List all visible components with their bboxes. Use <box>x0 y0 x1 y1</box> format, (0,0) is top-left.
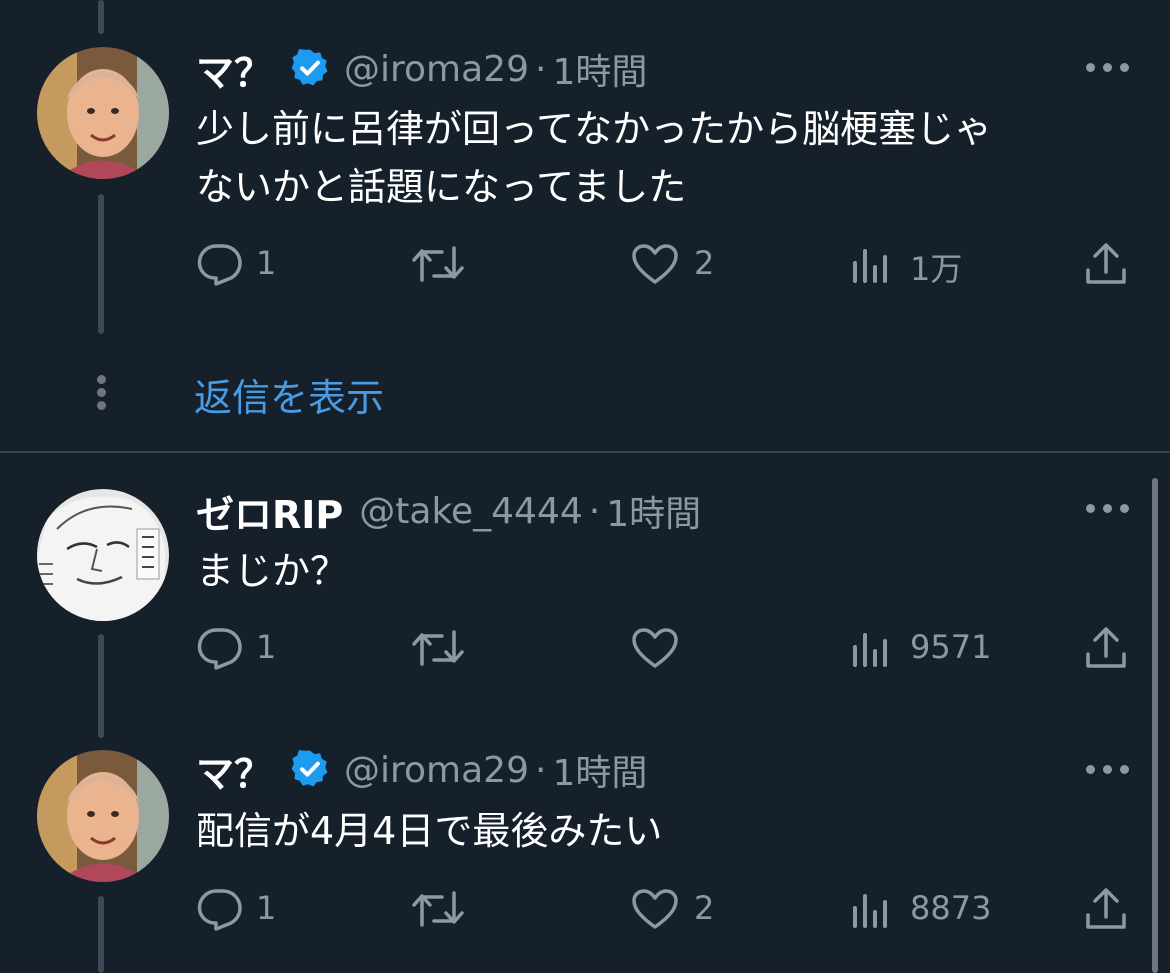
show-replies-link[interactable]: 返信を表示 <box>194 367 384 422</box>
thread-line <box>98 634 104 738</box>
retweet-icon[interactable] <box>412 889 464 929</box>
collapsed-thread-icon <box>97 375 107 411</box>
tweet-text-line: 少し前に呂律が回ってなかったから脳梗塞じゃ <box>196 107 993 151</box>
display-name[interactable]: マ？ <box>196 42 272 97</box>
share-icon[interactable] <box>1084 887 1128 931</box>
tweet-text-line: まじか？ <box>196 549 349 593</box>
timestamp[interactable]: 1時間 <box>552 744 647 796</box>
handle[interactable]: @iroma29 <box>344 750 529 791</box>
avatar-photo <box>37 47 169 179</box>
tweet-text: まじか？ <box>196 542 348 600</box>
tweet-text: 少し前に呂律が回ってなかったから脳梗塞じゃ ないかと話題になってました <box>196 100 992 216</box>
like-count: 2 <box>694 244 715 282</box>
views-icon[interactable] <box>851 245 891 285</box>
more-icon[interactable] <box>1086 765 1130 775</box>
handle[interactable]: @iroma29 <box>344 49 529 90</box>
avatar-photo <box>37 489 169 621</box>
retweet-icon[interactable] <box>412 244 464 284</box>
scrollbar[interactable] <box>1152 478 1158 973</box>
separator: · <box>588 490 601 532</box>
like-icon[interactable] <box>631 243 679 285</box>
reply-count: 1 <box>256 889 277 927</box>
timestamp[interactable]: 1時間 <box>552 43 647 95</box>
reply-count: 1 <box>256 628 277 666</box>
like-icon[interactable] <box>631 888 679 930</box>
separator: · <box>534 749 547 791</box>
more-icon[interactable] <box>1086 63 1130 73</box>
views-icon[interactable] <box>851 890 891 930</box>
like-icon[interactable] <box>631 627 679 669</box>
reply-icon[interactable] <box>196 887 244 931</box>
verified-badge-icon <box>291 750 328 787</box>
tweet-text: 配信が4月4日で最後みたい <box>196 802 662 860</box>
share-icon[interactable] <box>1084 242 1128 286</box>
verified-badge-icon <box>291 49 328 86</box>
handle[interactable]: @take_4444 <box>359 491 583 532</box>
reply-icon[interactable] <box>196 242 244 286</box>
view-count: 8873 <box>910 889 992 927</box>
avatar[interactable] <box>37 489 169 621</box>
thread-line <box>98 896 104 973</box>
separator: · <box>534 48 547 90</box>
display-name[interactable]: ゼロRIP <box>196 484 343 539</box>
divider <box>0 451 1170 453</box>
reply-count: 1 <box>256 244 277 282</box>
thread-line <box>98 0 104 34</box>
more-icon[interactable] <box>1086 504 1130 514</box>
retweet-icon[interactable] <box>412 628 464 668</box>
view-count: 9571 <box>910 628 992 666</box>
timestamp[interactable]: 1時間 <box>606 485 701 537</box>
tweet-text-line: ないかと話題になってました <box>196 165 687 209</box>
display-name[interactable]: マ？ <box>196 743 272 798</box>
like-count: 2 <box>694 889 715 927</box>
reply-icon[interactable] <box>196 626 244 670</box>
share-icon[interactable] <box>1084 626 1128 670</box>
view-count: 1万 <box>910 250 963 288</box>
avatar[interactable] <box>37 47 169 179</box>
tweet-text-line: 配信が4月4日で最後みたい <box>196 809 663 853</box>
views-icon[interactable] <box>851 629 891 669</box>
thread-line <box>98 194 104 334</box>
avatar-photo <box>37 750 169 882</box>
avatar[interactable] <box>37 750 169 882</box>
